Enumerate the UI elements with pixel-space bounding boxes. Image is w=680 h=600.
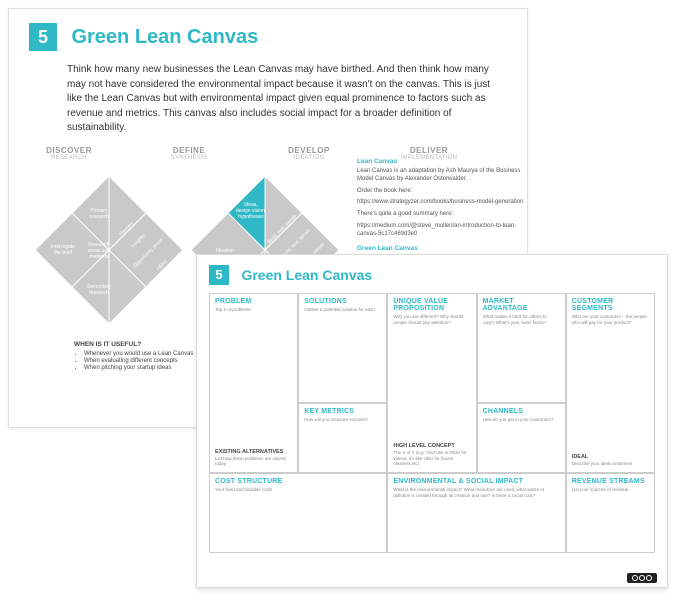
cell-heading: CHANNELS: [483, 408, 560, 415]
phase-name: DEVELOP: [279, 146, 339, 155]
cell-heading: KEY METRICS: [304, 408, 381, 415]
cell-channels: CHANNELS How do you get to your customer…: [477, 403, 566, 473]
cell-sub: How do you get to your customers?: [483, 417, 560, 423]
sidenote-link: https://www.strategyzer.com/books/busine…: [357, 199, 537, 207]
cell-sub: Why you are different? Why should people…: [393, 314, 470, 325]
sidenote-text: There's quite a good summary here:: [357, 211, 537, 219]
sidenote-text: Order the book here:: [357, 188, 537, 196]
cell-metrics: KEY METRICS How will you measure success…: [298, 403, 387, 473]
cell-sub: List how these problems are solved today: [215, 456, 292, 467]
cell-sub: The X of Y (e.g. YouTube is Flickr for v…: [393, 450, 470, 467]
cell-subheading: HIGH LEVEL CONCEPT: [393, 443, 470, 449]
cell-sub: How will you measure success?: [304, 417, 381, 423]
page1-intro: Think how many new businesses the Lean C…: [67, 63, 497, 136]
cell-sub: Who are your customers – the people who …: [572, 314, 649, 325]
cell-sub: List your sources of revenue: [572, 487, 649, 493]
phase-define: DEFINE SYNTHESIS: [159, 146, 219, 161]
page2-title: Green Lean Canvas: [241, 265, 372, 285]
phase-sub: IDEATION: [279, 155, 339, 161]
phase-develop: DEVELOP IDEATION: [279, 146, 339, 161]
lbl-secondary: Secondaryresearch: [87, 284, 111, 296]
cell-market: MARKET ADVANTAGE What makes it hard for …: [477, 293, 566, 403]
cell-sub: What is the environmental impact? What r…: [393, 487, 559, 498]
cell-revenue: REVENUE STREAMS List your sources of rev…: [566, 473, 655, 553]
sidenote-text: Lean Canvas is an adaptation by Ash Maur…: [357, 168, 537, 184]
cc-license-icon: [627, 573, 657, 583]
cell-subheading: IDEAL: [572, 454, 649, 460]
sidenote-heading-green: Green Lean Canvas: [357, 245, 537, 253]
cell-heading: REVENUE STREAMS: [572, 478, 649, 485]
cell-uvp: UNIQUE VALUE PROPOSITION Why you are dif…: [387, 293, 476, 473]
cell-heading: ENVIRONMENTAL & SOCIAL IMPACT: [393, 478, 559, 485]
cell-subheading: EXISTING ALTERNATIVES: [215, 449, 292, 455]
phase-sub: SYNTHESIS: [159, 155, 219, 161]
cell-heading: PROBLEM: [215, 298, 292, 305]
sidenote-heading-lean: Lean Canvas: [357, 158, 537, 166]
phase-name: DEFINE: [159, 146, 219, 155]
sidenote-link: https://medium.com/@steve_mullen/an-intr…: [357, 223, 537, 239]
phase-sub: RESEARCH: [39, 155, 99, 161]
lbl-ideation: Ideation: [216, 248, 234, 254]
cell-heading: COST STRUCTURE: [215, 478, 381, 485]
cell-sub: Your fixed and variable costs: [215, 487, 381, 493]
cell-segments: CUSTOMER SEGMENTS Who are your customers…: [566, 293, 655, 473]
page1-title: Green Lean Canvas: [71, 23, 258, 51]
cell-heading: MARKET ADVANTAGE: [483, 298, 560, 312]
page-2: 5 Green Lean Canvas PROBLEM Top 1–3 prob…: [196, 254, 668, 588]
cell-sub: Top 1–3 problems: [215, 307, 292, 313]
phase-name: DISCOVER: [39, 146, 99, 155]
lbl-research-areas: Researchareas andmethods: [88, 242, 110, 260]
lean-canvas-grid: PROBLEM Top 1–3 problems EXISTING ALTERN…: [209, 293, 655, 553]
cell-sub: Outline a potential solution for each: [304, 307, 381, 313]
lbl-interrogate: Interrogatethe brief: [51, 244, 75, 256]
cell-heading: CUSTOMER SEGMENTS: [572, 298, 649, 312]
cell-env: ENVIRONMENTAL & SOCIAL IMPACT What is th…: [387, 473, 565, 553]
cell-sub: Describe your ideal customers: [572, 461, 649, 467]
cell-problem: PROBLEM Top 1–3 problems EXISTING ALTERN…: [209, 293, 298, 473]
page2-number-badge: 5: [209, 265, 229, 285]
page1-number-badge: 5: [29, 23, 57, 51]
cell-cost: COST STRUCTURE Your fixed and variable c…: [209, 473, 387, 553]
cell-heading: SOLUTIONS: [304, 298, 381, 305]
phase-discover: DISCOVER RESEARCH: [39, 146, 99, 161]
cell-sub: What makes it hard for others to copy? W…: [483, 314, 560, 325]
cell-heading: UNIQUE VALUE PROPOSITION: [393, 298, 470, 312]
lbl-primary: Primaryresearch: [89, 208, 109, 220]
cell-solutions: SOLUTIONS Outline a potential solution f…: [298, 293, 387, 403]
